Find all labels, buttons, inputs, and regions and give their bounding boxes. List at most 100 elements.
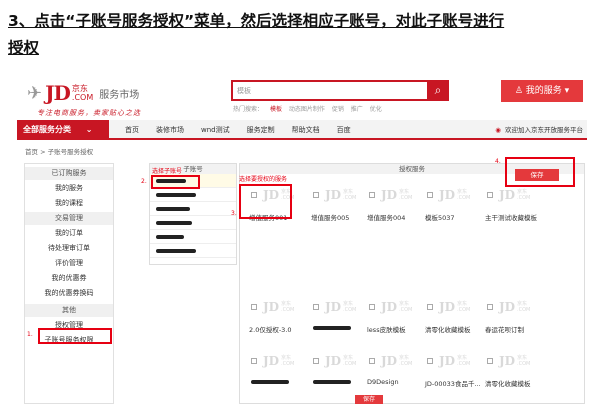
service-checkbox[interactable] bbox=[313, 304, 319, 310]
jd-placeholder-icon: JD bbox=[439, 354, 456, 368]
service-checkbox[interactable] bbox=[251, 358, 257, 364]
sidebar-item-coupons[interactable]: 我的优惠券 bbox=[25, 272, 113, 285]
jd-placeholder-sub: 京东 .COM bbox=[281, 301, 294, 313]
jd-dog-icon: ✈ bbox=[27, 82, 43, 104]
all-categories-label: 全部服务分类 bbox=[23, 125, 71, 134]
service-label: less皮肤模板 bbox=[367, 326, 406, 334]
nav-item-decor[interactable]: 装修市场 bbox=[156, 120, 184, 140]
jd-placeholder-icon: JD bbox=[325, 354, 342, 368]
subaccount-row[interactable] bbox=[150, 202, 236, 216]
subaccount-row[interactable] bbox=[150, 216, 236, 230]
service-label: 清零化收藏模板 bbox=[485, 380, 531, 388]
save-button-bottom[interactable]: 保存 bbox=[355, 395, 383, 404]
jd-com: .COM bbox=[457, 195, 471, 201]
annotation-num-4: 4. bbox=[495, 158, 501, 165]
annotation-box-save bbox=[505, 157, 575, 187]
hot-link-ads[interactable]: 推广 bbox=[351, 106, 363, 113]
search-button[interactable]: ⌕ bbox=[427, 80, 449, 101]
hot-link-promo[interactable]: 促销 bbox=[332, 106, 344, 113]
jd-com: .COM bbox=[399, 307, 413, 313]
nav-item-home[interactable]: 首页 bbox=[125, 120, 139, 140]
logo-com: .COM bbox=[71, 93, 94, 102]
redacted-service-label bbox=[313, 326, 351, 330]
hot-link-gif[interactable]: 动态图片制作 bbox=[289, 106, 325, 113]
jd-placeholder-sub: 京东 .COM bbox=[281, 355, 294, 367]
jd-placeholder-sub: 京东 .COM bbox=[399, 355, 412, 367]
sidebar-head-trade: 交易管理 bbox=[25, 212, 113, 225]
sidebar-item-my-courses[interactable]: 我的课程 bbox=[25, 197, 113, 210]
instruction-title: 3、点击“子账号服务授权”菜单，然后选择相应子账号，对此子账号进行 授权 bbox=[8, 8, 596, 62]
nav-item-help[interactable]: 帮助文档 bbox=[292, 120, 320, 140]
service-checkbox[interactable] bbox=[369, 304, 375, 310]
jd-placeholder-icon: JD bbox=[439, 188, 456, 202]
service-checkbox[interactable] bbox=[369, 192, 375, 198]
sidebar-item-reviews[interactable]: 评价管理 bbox=[25, 257, 113, 270]
redacted-service-label bbox=[251, 380, 289, 384]
nav-item-wnd[interactable]: wnd测试 bbox=[201, 120, 230, 140]
redacted-name bbox=[156, 249, 196, 253]
service-checkbox[interactable] bbox=[427, 304, 433, 310]
service-checkbox[interactable] bbox=[313, 358, 319, 364]
jd-com: .COM bbox=[457, 361, 471, 367]
jd-placeholder-icon: JD bbox=[499, 354, 516, 368]
service-checkbox[interactable] bbox=[313, 192, 319, 198]
speaker-icon: ◉ bbox=[495, 126, 501, 134]
subaccount-row[interactable] bbox=[150, 230, 236, 244]
service-checkbox[interactable] bbox=[427, 192, 433, 198]
service-label: 清零化收藏模板 bbox=[425, 326, 471, 334]
notice-text: 欢迎加入京东开放服务平台 bbox=[505, 126, 583, 134]
logo-cn: 京东 bbox=[71, 84, 88, 93]
logo-sub: 京东 .COM bbox=[72, 84, 93, 102]
redacted-name bbox=[156, 193, 196, 197]
jd-placeholder-sub: 京东 .COM bbox=[457, 301, 470, 313]
hot-link-optimize[interactable]: 优化 bbox=[370, 106, 382, 113]
annotation-num-1: 1. bbox=[27, 331, 33, 338]
redacted-name bbox=[156, 235, 184, 239]
service-label: 增值服务004 bbox=[367, 214, 406, 222]
jd-placeholder-sub: 京东 .COM bbox=[517, 301, 530, 313]
jd-placeholder-sub: 京东 .COM bbox=[343, 189, 356, 201]
jd-placeholder-icon: JD bbox=[263, 354, 280, 368]
search-input[interactable]: 模板 bbox=[231, 80, 446, 101]
welcome-notice[interactable]: ◉ 欢迎加入京东开放服务平台 bbox=[495, 120, 583, 140]
search-placeholder: 模板 bbox=[237, 87, 251, 95]
all-categories-button[interactable]: 全部服务分类 ⌄ bbox=[17, 120, 109, 140]
jd-com: .COM bbox=[399, 195, 413, 201]
subaccount-row[interactable] bbox=[150, 244, 236, 258]
instruction-line-2: 授权 bbox=[8, 39, 40, 57]
annotation-select-services: 选择要授权的服务 bbox=[239, 176, 288, 183]
breadcrumb: 首页 > 子账号服务授权 bbox=[25, 148, 94, 156]
service-checkbox[interactable] bbox=[427, 358, 433, 364]
jd-com: .COM bbox=[399, 361, 413, 367]
hot-link-template[interactable]: 模板 bbox=[270, 106, 282, 113]
sidebar-item-coupon-codes[interactable]: 我的优惠券换码 bbox=[25, 287, 113, 300]
nav-item-baidu[interactable]: 百度 bbox=[337, 120, 351, 140]
hot-search-links: 热门搜索： 模板 动态图片制作 促销 推广 优化 bbox=[233, 104, 387, 113]
service-checkbox[interactable] bbox=[369, 358, 375, 364]
sidebar-item-pending-orders[interactable]: 待处理审订单 bbox=[25, 242, 113, 255]
service-checkbox[interactable] bbox=[487, 192, 493, 198]
jd-com: .COM bbox=[457, 307, 471, 313]
nav-item-custom[interactable]: 服务定制 bbox=[247, 120, 275, 140]
redacted-service-label bbox=[313, 380, 351, 384]
logo-jd: JD bbox=[45, 81, 71, 105]
jd-com: .COM bbox=[281, 307, 295, 313]
jd-com: .COM bbox=[517, 195, 531, 201]
screenshot-frame: ✈ JD 京东 .COM 服务市场 专注电商服务，卖家贴心之选 模板 ⌕ 热门搜… bbox=[17, 72, 587, 404]
service-checkbox[interactable] bbox=[251, 304, 257, 310]
sidebar-item-my-services[interactable]: 我的服务 bbox=[25, 182, 113, 195]
jd-com: .COM bbox=[281, 361, 295, 367]
service-checkbox[interactable] bbox=[487, 304, 493, 310]
jd-placeholder-icon: JD bbox=[439, 300, 456, 314]
jd-logo[interactable]: ✈ JD 京东 .COM 服务市场 bbox=[27, 78, 139, 108]
sidebar-item-my-orders[interactable]: 我的订单 bbox=[25, 227, 113, 240]
service-label: 模板5037 bbox=[425, 214, 455, 222]
subaccount-row[interactable] bbox=[150, 188, 236, 202]
annotation-num-2: 2. bbox=[141, 178, 147, 185]
jd-placeholder-icon: JD bbox=[381, 188, 398, 202]
jd-com: .COM bbox=[343, 307, 357, 313]
main-nav: 全部服务分类 ⌄ 首页 装修市场 wnd测试 服务定制 帮助文档 百度 ◉ 欢迎… bbox=[17, 120, 587, 140]
my-service-button[interactable]: ♙ 我的服务 ▾ bbox=[501, 80, 583, 102]
service-checkbox[interactable] bbox=[487, 358, 493, 364]
my-service-label: 我的服务 ▾ bbox=[525, 86, 570, 96]
